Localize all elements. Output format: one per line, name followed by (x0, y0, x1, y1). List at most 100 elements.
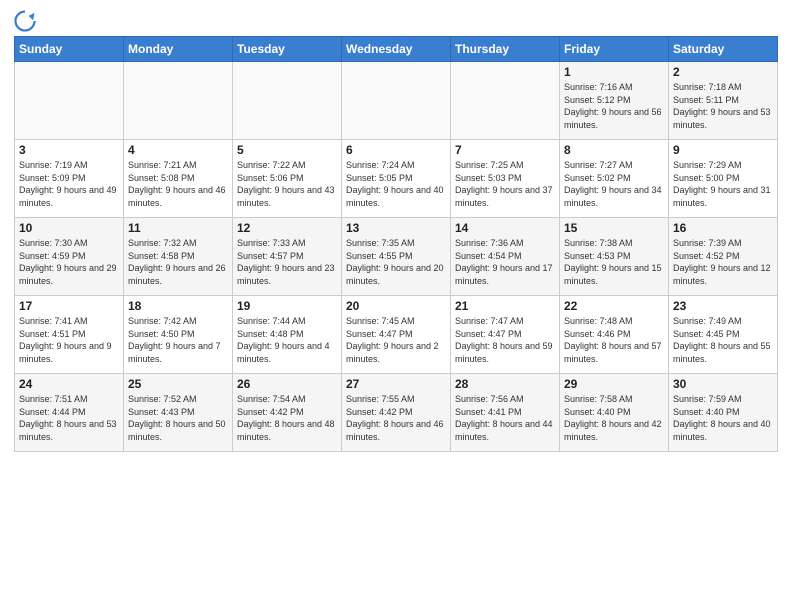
day-number: 16 (673, 221, 773, 235)
day-number: 27 (346, 377, 446, 391)
day-info: Sunrise: 7:18 AMSunset: 5:11 PMDaylight:… (673, 81, 773, 131)
day-number: 19 (237, 299, 337, 313)
calendar-week-1: 1 Sunrise: 7:16 AMSunset: 5:12 PMDaylight… (15, 62, 778, 140)
day-number: 7 (455, 143, 555, 157)
day-info: Sunrise: 7:16 AMSunset: 5:12 PMDaylight:… (564, 81, 664, 131)
day-info: Sunrise: 7:19 AMSunset: 5:09 PMDaylight:… (19, 159, 119, 209)
day-number: 3 (19, 143, 119, 157)
weekday-header-tuesday: Tuesday (233, 37, 342, 62)
day-info: Sunrise: 7:59 AMSunset: 4:40 PMDaylight:… (673, 393, 773, 443)
day-number: 23 (673, 299, 773, 313)
day-info: Sunrise: 7:29 AMSunset: 5:00 PMDaylight:… (673, 159, 773, 209)
day-info: Sunrise: 7:21 AMSunset: 5:08 PMDaylight:… (128, 159, 228, 209)
day-info: Sunrise: 7:52 AMSunset: 4:43 PMDaylight:… (128, 393, 228, 443)
calendar-cell: 28 Sunrise: 7:56 AMSunset: 4:41 PMDayligh… (451, 374, 560, 452)
calendar-cell (342, 62, 451, 140)
day-info: Sunrise: 7:44 AMSunset: 4:48 PMDaylight:… (237, 315, 337, 365)
calendar-week-2: 3 Sunrise: 7:19 AMSunset: 5:09 PMDaylight… (15, 140, 778, 218)
day-number: 5 (237, 143, 337, 157)
weekday-header-thursday: Thursday (451, 37, 560, 62)
calendar-cell: 3 Sunrise: 7:19 AMSunset: 5:09 PMDaylight… (15, 140, 124, 218)
calendar-cell: 12Sunrise: 7:33 AMSunset: 4:57 PMDayligh… (233, 218, 342, 296)
day-number: 18 (128, 299, 228, 313)
weekday-header-row: SundayMondayTuesdayWednesdayThursdayFrid… (15, 37, 778, 62)
day-number: 24 (19, 377, 119, 391)
day-number: 30 (673, 377, 773, 391)
calendar-cell: 16Sunrise: 7:39 AMSunset: 4:52 PMDayligh… (669, 218, 778, 296)
weekday-header-sunday: Sunday (15, 37, 124, 62)
day-info: Sunrise: 7:42 AMSunset: 4:50 PMDaylight:… (128, 315, 228, 365)
day-info: Sunrise: 7:48 AMSunset: 4:46 PMDaylight:… (564, 315, 664, 365)
calendar-cell: 2 Sunrise: 7:18 AMSunset: 5:11 PMDaylight… (669, 62, 778, 140)
calendar-cell: 4 Sunrise: 7:21 AMSunset: 5:08 PMDaylight… (124, 140, 233, 218)
calendar-cell (233, 62, 342, 140)
weekday-header-wednesday: Wednesday (342, 37, 451, 62)
day-number: 1 (564, 65, 664, 79)
day-info: Sunrise: 7:25 AMSunset: 5:03 PMDaylight:… (455, 159, 555, 209)
calendar-cell: 6 Sunrise: 7:24 AMSunset: 5:05 PMDaylight… (342, 140, 451, 218)
day-number: 4 (128, 143, 228, 157)
calendar-cell: 14Sunrise: 7:36 AMSunset: 4:54 PMDayligh… (451, 218, 560, 296)
calendar-cell (15, 62, 124, 140)
calendar-cell: 8Sunrise: 7:27 AMSunset: 5:02 PMDaylight… (560, 140, 669, 218)
day-info: Sunrise: 7:45 AMSunset: 4:47 PMDaylight:… (346, 315, 446, 365)
day-number: 20 (346, 299, 446, 313)
calendar-cell: 25 Sunrise: 7:52 AMSunset: 4:43 PMDayligh… (124, 374, 233, 452)
day-number: 2 (673, 65, 773, 79)
page-container: SundayMondayTuesdayWednesdayThursdayFrid… (0, 0, 792, 460)
weekday-header-friday: Friday (560, 37, 669, 62)
day-info: Sunrise: 7:38 AMSunset: 4:53 PMDaylight:… (564, 237, 664, 287)
weekday-header-monday: Monday (124, 37, 233, 62)
calendar-cell: 11 Sunrise: 7:32 AMSunset: 4:58 PMDayligh… (124, 218, 233, 296)
day-info: Sunrise: 7:51 AMSunset: 4:44 PMDaylight:… (19, 393, 119, 443)
calendar-cell: 27 Sunrise: 7:55 AMSunset: 4:42 PMDayligh… (342, 374, 451, 452)
day-info: Sunrise: 7:24 AMSunset: 5:05 PMDaylight:… (346, 159, 446, 209)
day-number: 11 (128, 221, 228, 235)
calendar-cell: 23Sunrise: 7:49 AMSunset: 4:45 PMDayligh… (669, 296, 778, 374)
weekday-header-saturday: Saturday (669, 37, 778, 62)
calendar-cell: 13Sunrise: 7:35 AMSunset: 4:55 PMDayligh… (342, 218, 451, 296)
calendar-cell: 18 Sunrise: 7:42 AMSunset: 4:50 PMDayligh… (124, 296, 233, 374)
day-info: Sunrise: 7:58 AMSunset: 4:40 PMDaylight:… (564, 393, 664, 443)
day-number: 12 (237, 221, 337, 235)
calendar-cell: 21 Sunrise: 7:47 AMSunset: 4:47 PMDayligh… (451, 296, 560, 374)
calendar-week-4: 17 Sunrise: 7:41 AMSunset: 4:51 PMDayligh… (15, 296, 778, 374)
day-number: 22 (564, 299, 664, 313)
calendar-cell: 29 Sunrise: 7:58 AMSunset: 4:40 PMDayligh… (560, 374, 669, 452)
day-number: 9 (673, 143, 773, 157)
day-number: 17 (19, 299, 119, 313)
day-number: 6 (346, 143, 446, 157)
header (14, 10, 778, 32)
day-number: 25 (128, 377, 228, 391)
day-number: 28 (455, 377, 555, 391)
calendar-week-3: 10 Sunrise: 7:30 AMSunset: 4:59 PMDayligh… (15, 218, 778, 296)
calendar-cell: 17 Sunrise: 7:41 AMSunset: 4:51 PMDayligh… (15, 296, 124, 374)
day-info: Sunrise: 7:27 AMSunset: 5:02 PMDaylight:… (564, 159, 664, 209)
calendar-cell: 5 Sunrise: 7:22 AMSunset: 5:06 PMDaylight… (233, 140, 342, 218)
day-info: Sunrise: 7:36 AMSunset: 4:54 PMDaylight:… (455, 237, 555, 287)
day-info: Sunrise: 7:32 AMSunset: 4:58 PMDaylight:… (128, 237, 228, 287)
calendar-cell: 10 Sunrise: 7:30 AMSunset: 4:59 PMDayligh… (15, 218, 124, 296)
calendar-table: SundayMondayTuesdayWednesdayThursdayFrid… (14, 36, 778, 452)
calendar-cell: 26Sunrise: 7:54 AMSunset: 4:42 PMDayligh… (233, 374, 342, 452)
day-info: Sunrise: 7:22 AMSunset: 5:06 PMDaylight:… (237, 159, 337, 209)
day-info: Sunrise: 7:41 AMSunset: 4:51 PMDaylight:… (19, 315, 119, 365)
day-number: 10 (19, 221, 119, 235)
day-info: Sunrise: 7:35 AMSunset: 4:55 PMDaylight:… (346, 237, 446, 287)
day-number: 26 (237, 377, 337, 391)
day-info: Sunrise: 7:47 AMSunset: 4:47 PMDaylight:… (455, 315, 555, 365)
logo-icon (14, 10, 36, 32)
day-info: Sunrise: 7:56 AMSunset: 4:41 PMDaylight:… (455, 393, 555, 443)
calendar-cell: 15 Sunrise: 7:38 AMSunset: 4:53 PMDayligh… (560, 218, 669, 296)
calendar-cell: 30 Sunrise: 7:59 AMSunset: 4:40 PMDayligh… (669, 374, 778, 452)
calendar-week-5: 24 Sunrise: 7:51 AMSunset: 4:44 PMDayligh… (15, 374, 778, 452)
day-number: 29 (564, 377, 664, 391)
day-info: Sunrise: 7:30 AMSunset: 4:59 PMDaylight:… (19, 237, 119, 287)
calendar-cell: 9 Sunrise: 7:29 AMSunset: 5:00 PMDaylight… (669, 140, 778, 218)
day-info: Sunrise: 7:55 AMSunset: 4:42 PMDaylight:… (346, 393, 446, 443)
calendar-cell: 1 Sunrise: 7:16 AMSunset: 5:12 PMDaylight… (560, 62, 669, 140)
calendar-cell: 19 Sunrise: 7:44 AMSunset: 4:48 PMDayligh… (233, 296, 342, 374)
day-number: 21 (455, 299, 555, 313)
calendar-cell: 20 Sunrise: 7:45 AMSunset: 4:47 PMDayligh… (342, 296, 451, 374)
day-number: 15 (564, 221, 664, 235)
